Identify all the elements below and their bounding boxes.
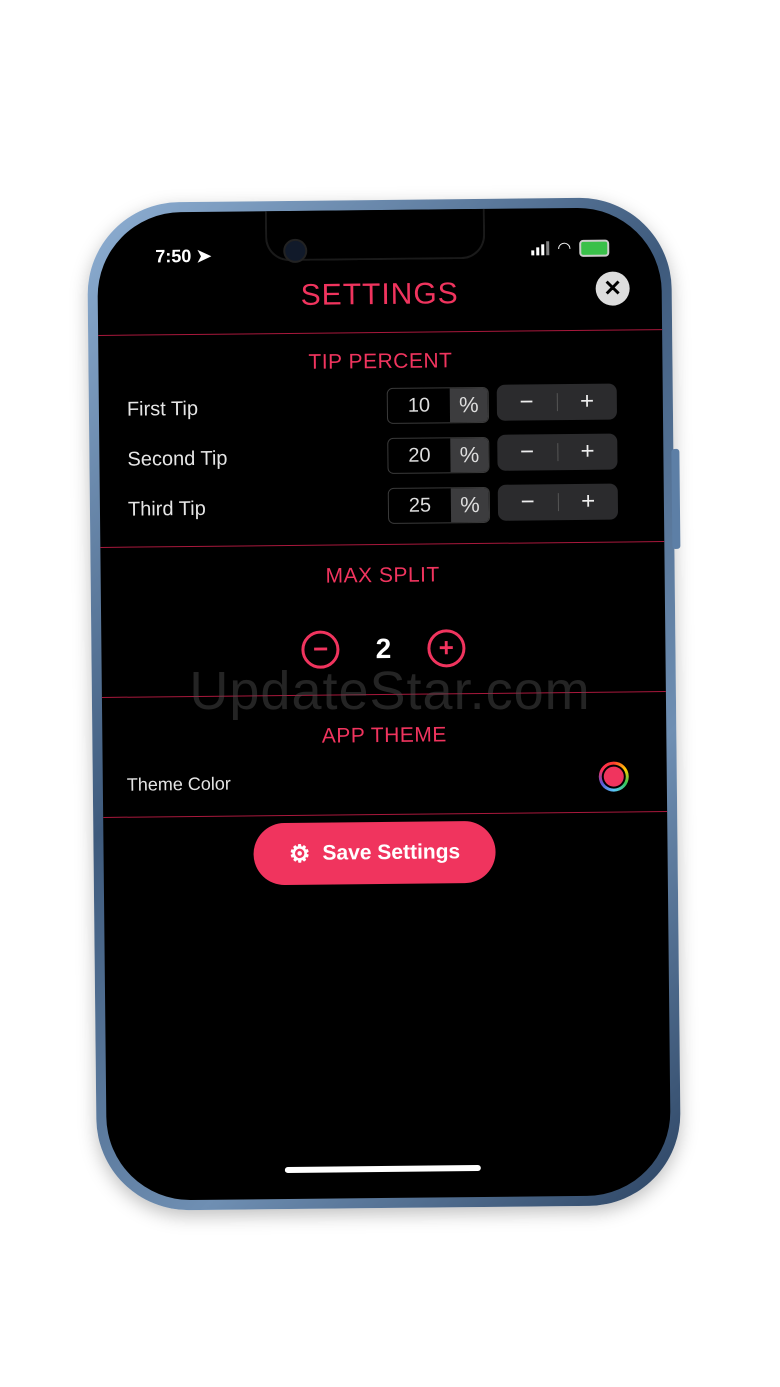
tip-value[interactable]: 25 bbox=[389, 488, 451, 523]
percent-label: % bbox=[450, 437, 489, 473]
app-theme-heading: APP THEME bbox=[321, 723, 447, 748]
tip-row-third: Third Tip 25 % − + bbox=[127, 483, 636, 526]
signal-icon bbox=[531, 241, 550, 256]
tip-label: Second Tip bbox=[127, 447, 228, 471]
increment-button[interactable]: + bbox=[558, 438, 618, 467]
color-picker-swatch[interactable] bbox=[598, 761, 629, 792]
tip-value[interactable]: 10 bbox=[388, 388, 450, 423]
percent-label: % bbox=[449, 387, 489, 423]
tip-label: Third Tip bbox=[127, 497, 206, 521]
tip-percent-heading: TIP PERCENT bbox=[308, 349, 453, 374]
gear-icon: ⚙ bbox=[288, 840, 311, 868]
tip-stepper: − + bbox=[496, 383, 618, 421]
decrement-button[interactable]: − bbox=[497, 388, 557, 417]
tip-row-second: Second Tip 20 % − + bbox=[127, 433, 635, 476]
percent-label: % bbox=[450, 487, 490, 523]
theme-color-label: Theme Color bbox=[126, 773, 231, 795]
battery-icon bbox=[579, 239, 610, 257]
camera-icon bbox=[283, 238, 308, 264]
side-button bbox=[671, 448, 681, 549]
selected-color bbox=[603, 766, 624, 787]
status-icons: ◠ bbox=[531, 238, 610, 259]
status-time: 7:50 ➤ bbox=[155, 245, 212, 267]
divider bbox=[100, 541, 665, 548]
close-button[interactable]: ✕ bbox=[595, 271, 630, 306]
divider bbox=[98, 329, 663, 336]
page-title: SETTINGS bbox=[300, 277, 459, 312]
decrement-button[interactable]: − bbox=[498, 488, 558, 517]
home-indicator[interactable] bbox=[284, 1165, 481, 1174]
watermark: UpdateStar.com bbox=[189, 661, 591, 721]
tip-input[interactable]: 20 % bbox=[387, 436, 490, 474]
increment-button[interactable]: + bbox=[557, 388, 617, 417]
max-split-heading: MAX SPLIT bbox=[325, 563, 440, 588]
location-arrow-icon: ➤ bbox=[196, 245, 212, 266]
tip-row-first: First Tip 10 % − + bbox=[126, 383, 635, 426]
decrement-button[interactable]: − bbox=[497, 438, 557, 467]
divider bbox=[103, 811, 668, 818]
tip-stepper: − + bbox=[497, 483, 619, 521]
save-label: Save Settings bbox=[322, 840, 461, 865]
wifi-icon: ◠ bbox=[557, 240, 572, 258]
tip-label: First Tip bbox=[126, 397, 199, 421]
close-icon: ✕ bbox=[603, 275, 623, 301]
tip-input[interactable]: 25 % bbox=[387, 486, 491, 524]
tip-value[interactable]: 20 bbox=[388, 438, 450, 473]
save-settings-button[interactable]: ⚙ Save Settings bbox=[253, 820, 496, 886]
increment-button[interactable]: + bbox=[558, 488, 618, 517]
tip-stepper: − + bbox=[497, 433, 618, 471]
tip-input[interactable]: 10 % bbox=[386, 386, 490, 424]
